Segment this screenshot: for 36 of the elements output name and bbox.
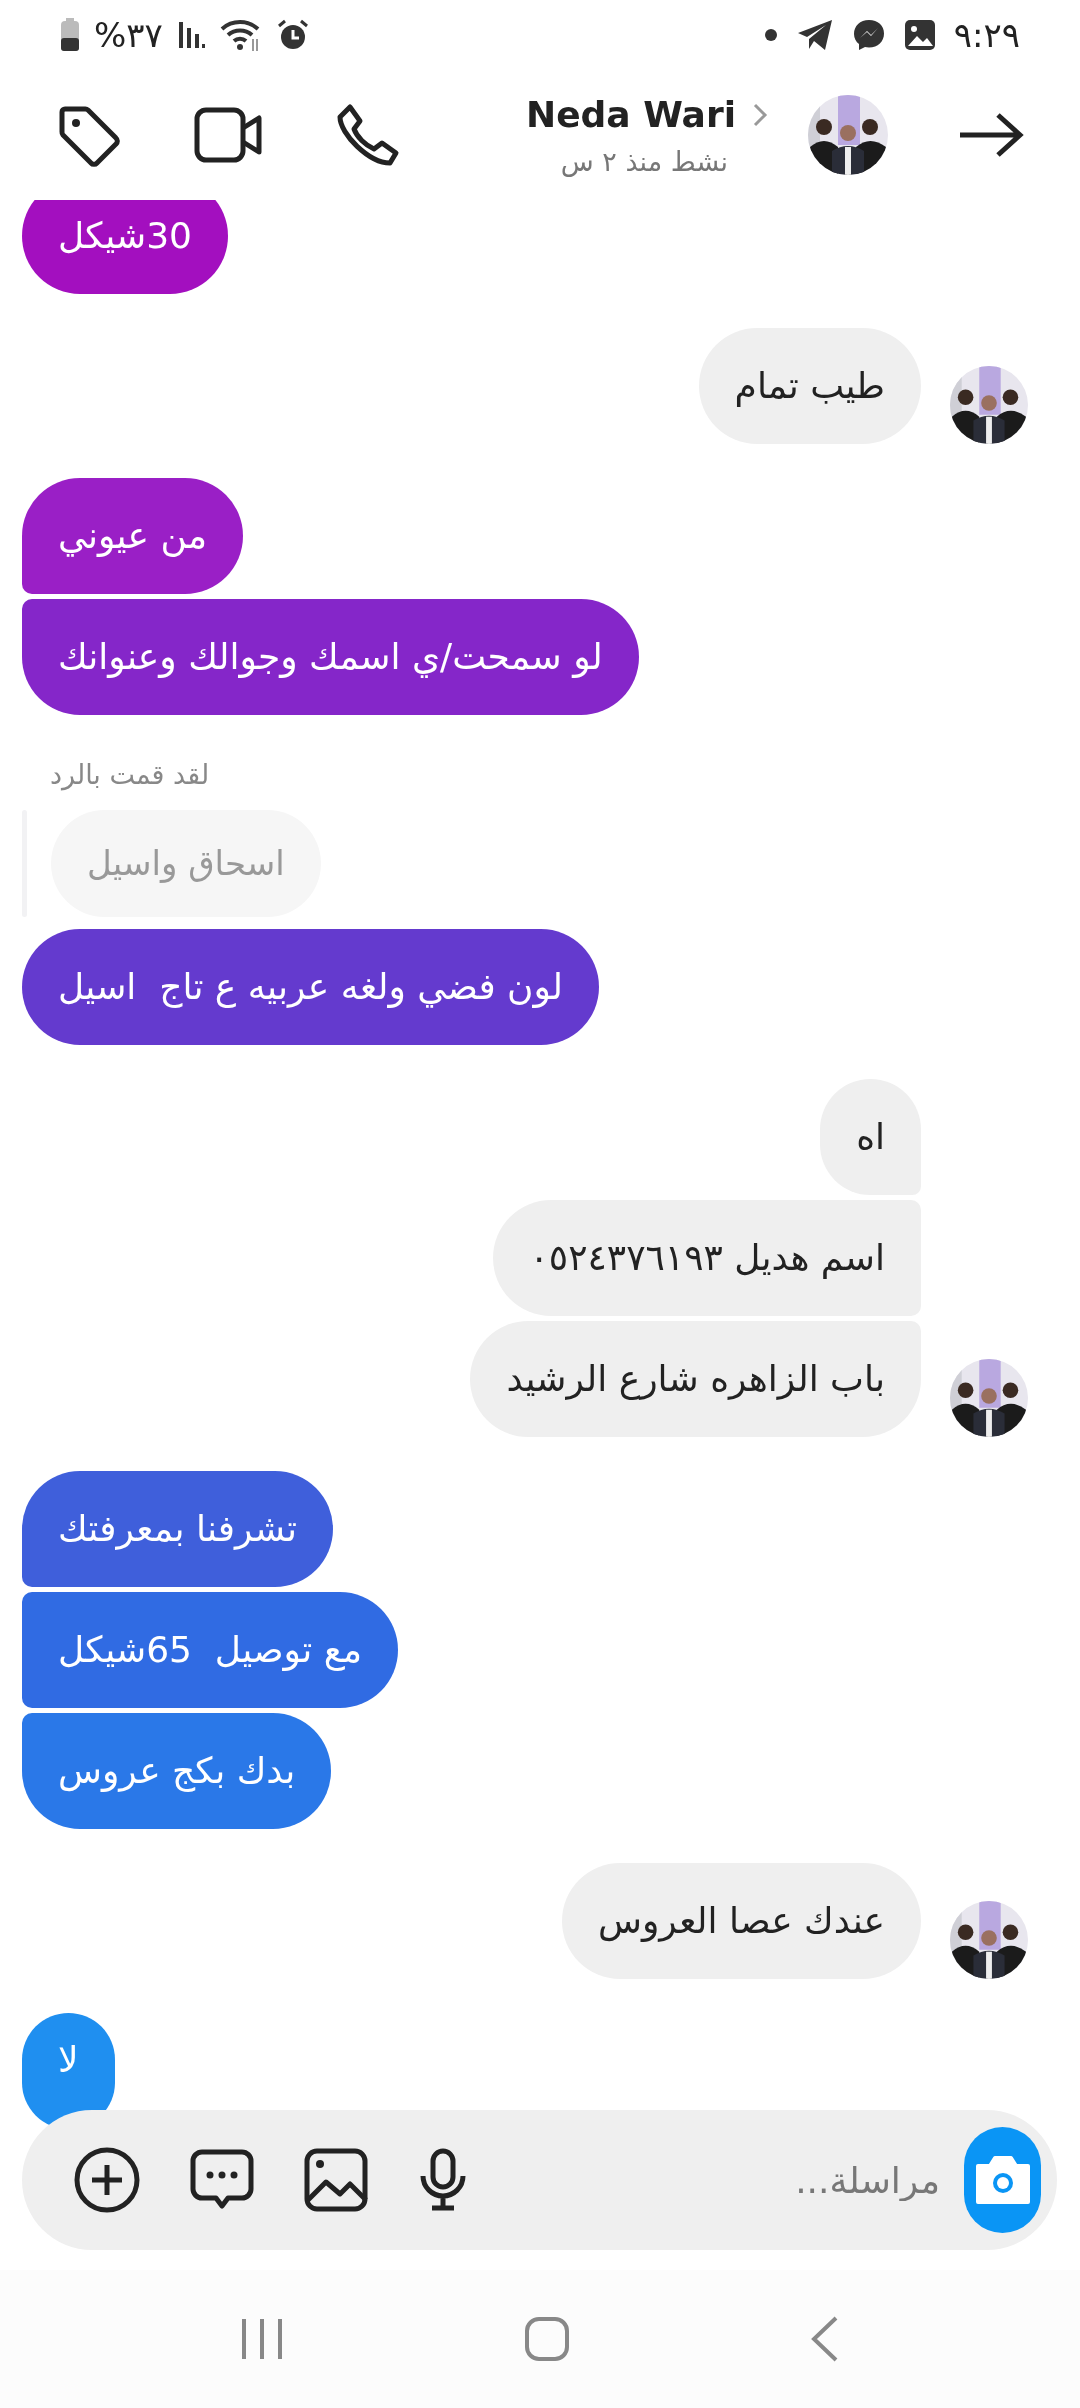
back-icon[interactable] bbox=[810, 2316, 840, 2362]
battery-icon bbox=[60, 18, 80, 52]
reply-label: لقد قمت بالرد bbox=[50, 758, 210, 793]
home-icon[interactable] bbox=[524, 2316, 570, 2362]
gallery-icon[interactable] bbox=[304, 2148, 368, 2212]
contact-name[interactable]: Neda Wari bbox=[526, 87, 736, 142]
chat-bolt-icon bbox=[851, 18, 886, 52]
camera-button[interactable] bbox=[964, 2127, 1041, 2233]
back-arrow-icon[interactable] bbox=[958, 112, 1024, 158]
message-bubble: بدك بكج عروس bbox=[22, 1712, 332, 1829]
quoted-message: اسحاق واسيل bbox=[51, 809, 321, 917]
active-status: نشط منذ ٢ س bbox=[560, 144, 728, 179]
message-bubble: اسم هديل ٠٥٢٤٣٧٦١٩٣ bbox=[493, 1199, 921, 1316]
signal-icon bbox=[176, 20, 205, 50]
message-bubble: اه bbox=[820, 1078, 921, 1195]
camera-icon bbox=[973, 2156, 1032, 2204]
dot-icon bbox=[763, 28, 778, 42]
alarm-icon bbox=[276, 19, 309, 51]
message-bubble: مع توصيل 65شيكل bbox=[22, 1591, 399, 1708]
message-bubble: تشرفنا بمعرفتك bbox=[22, 1470, 333, 1587]
plus-icon[interactable] bbox=[74, 2147, 140, 2213]
phone-icon[interactable] bbox=[336, 103, 400, 167]
message-bubble: باب الزاهره شارع الرشيد bbox=[470, 1320, 921, 1437]
recent-apps-icon[interactable] bbox=[240, 2317, 284, 2361]
message-bubble: طيب تمام bbox=[698, 328, 921, 444]
chevron-icon bbox=[752, 101, 768, 128]
clock-time: ٩:٢٩ bbox=[953, 13, 1020, 57]
message-bubble: لو سمحت/ي اسمك وجوالك وعنوانك bbox=[22, 599, 639, 715]
microphone-icon[interactable] bbox=[418, 2148, 468, 2212]
battery-level: %٣٧ bbox=[94, 13, 163, 57]
video-call-icon[interactable] bbox=[194, 106, 264, 164]
message-bubble: عندك عصا العروس bbox=[562, 1862, 921, 1979]
image-icon bbox=[903, 19, 936, 51]
message-bubble: من عيوني bbox=[22, 478, 244, 594]
message-bubble: لون فضي ولغه عربيه ع تاج اسيل bbox=[22, 928, 600, 1045]
sticker-chat-icon[interactable] bbox=[190, 2148, 254, 2212]
